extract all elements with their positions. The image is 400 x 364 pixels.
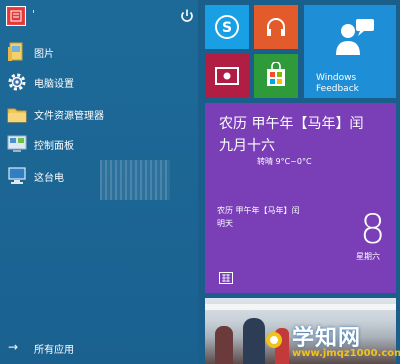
menu-item-pc-settings[interactable]: 电脑设置 — [0, 68, 198, 96]
user-name: ' — [32, 8, 36, 21]
file-explorer-icon — [6, 103, 28, 125]
svg-text:S: S — [222, 20, 232, 36]
skype-icon: S — [214, 14, 240, 44]
watermark-url: www.jmqz1000.com — [292, 348, 400, 359]
site-watermark: 学知网 www.jmqz1000.com — [262, 312, 400, 362]
menu-item-label: 这台电 — [34, 173, 64, 184]
gear-icon — [6, 71, 28, 93]
power-icon[interactable] — [178, 7, 196, 25]
calendar-day-number: 8 — [360, 207, 386, 253]
photo-figure — [215, 326, 233, 364]
menu-item-label: 控制面板 — [34, 141, 74, 152]
menu-item-label: 电脑设置 — [34, 79, 74, 90]
photo-ceiling-light — [205, 304, 396, 310]
feedback-label-line1: Windows — [316, 73, 357, 83]
keyboard-icon — [219, 269, 233, 284]
arrow-right-icon: → — [8, 340, 19, 354]
calendar-weekday: 星期六 — [356, 252, 380, 261]
menu-item-label: 文件资源管理器 — [34, 111, 104, 122]
this-pc-icon — [6, 165, 28, 187]
blurred-region — [100, 160, 170, 200]
tile-skype[interactable]: S — [205, 5, 249, 49]
video-icon — [215, 66, 239, 90]
tile-store[interactable] — [254, 54, 298, 98]
calendar-next-event: 农历 甲午年【马年】闰 明天 — [217, 204, 300, 230]
feedback-label: Windows Feedback — [316, 73, 359, 95]
user-avatar-icon[interactable] — [6, 6, 26, 26]
tile-calendar[interactable]: 农历 甲午年【马年】闰 九月十六 转晴 9°C~0°C 农历 甲午年【马年】闰 … — [205, 103, 396, 293]
tile-video[interactable] — [205, 54, 249, 98]
tile-windows-feedback[interactable]: Windows Feedback — [304, 5, 396, 98]
pictures-folder-icon — [6, 41, 28, 63]
menu-item-file-explorer[interactable]: 文件资源管理器 — [0, 100, 198, 128]
tile-music[interactable] — [254, 5, 298, 49]
calendar-next-line1: 农历 甲午年【马年】闰 — [217, 206, 300, 215]
watermark-logo-icon — [264, 330, 284, 350]
calendar-next-line2: 明天 — [217, 219, 233, 228]
calendar-lunar-date: 农历 甲午年【马年】闰 九月十六 — [219, 113, 389, 157]
store-icon — [265, 61, 287, 92]
control-panel-icon — [6, 133, 28, 155]
menu-item-control-panel[interactable]: 控制面板 — [0, 130, 198, 158]
feedback-label-line2: Feedback — [316, 84, 359, 94]
feedback-person-icon — [332, 17, 378, 65]
menu-item-label: 图片 — [34, 49, 54, 60]
all-apps-button[interactable]: → 所有应用 — [0, 336, 198, 358]
calendar-lunar-line2: 九月十六 — [219, 138, 275, 154]
user-account-row[interactable]: ' — [4, 4, 194, 28]
headphones-icon — [264, 15, 288, 43]
all-apps-label: 所有应用 — [34, 345, 74, 356]
menu-item-pictures[interactable]: 图片 — [0, 38, 198, 66]
start-menu-left-pane: ' 图片 电脑设置 文件资源管理器 控制面板 这台电 → 所有应用 — [0, 0, 198, 364]
calendar-lunar-line1: 农历 甲午年【马年】闰 — [219, 116, 364, 132]
calendar-weather: 转晴 9°C~0°C — [257, 157, 312, 166]
